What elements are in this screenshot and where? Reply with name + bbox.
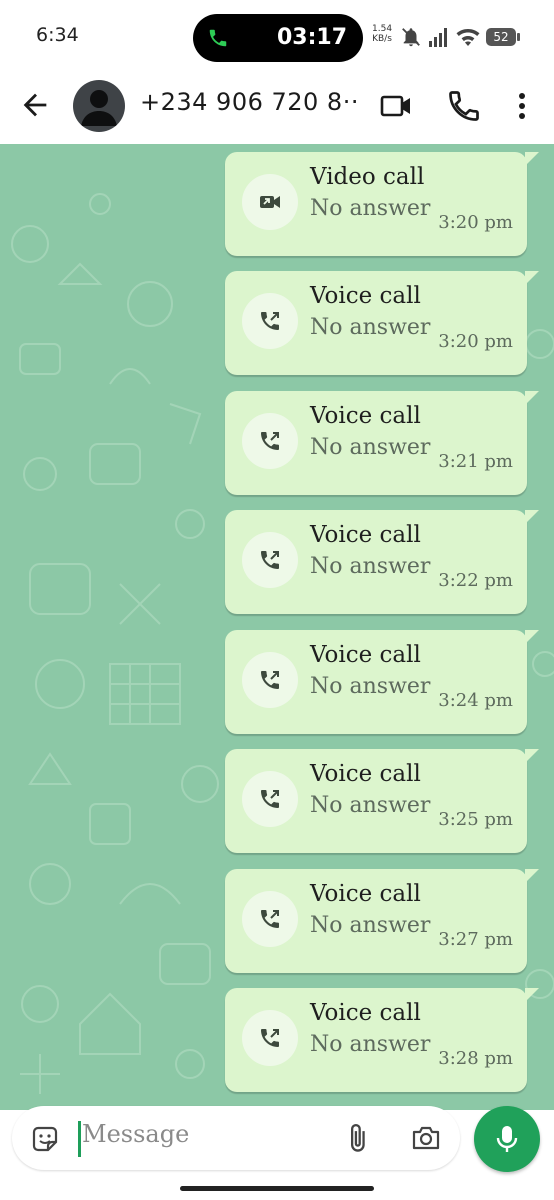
outgoing-voice-call-icon <box>261 312 279 330</box>
outgoing-voice-call-icon <box>261 671 279 689</box>
call-time: 3:21 pm <box>438 451 513 472</box>
battery-icon: 52 <box>486 28 520 46</box>
call-status: No answer <box>310 196 431 221</box>
signal-icon <box>429 28 447 47</box>
chat-area[interactable]: Video call No answer 3:20 pm Voice call … <box>0 144 554 1110</box>
bubble-tail <box>525 869 539 883</box>
call-log-bubble[interactable]: Voice call No answer 3:28 pm <box>225 988 539 1092</box>
call-type: Voice call <box>310 283 421 309</box>
call-type: Video call <box>310 164 425 190</box>
call-type: Voice call <box>310 1000 421 1026</box>
text-cursor <box>78 1121 81 1157</box>
call-icon-circle <box>242 1010 298 1066</box>
call-status: No answer <box>310 913 431 938</box>
bubble-tail <box>525 988 539 1002</box>
navigation-bar <box>0 1180 554 1200</box>
call-type: Voice call <box>310 881 421 907</box>
outgoing-voice-call-icon <box>261 910 279 928</box>
outgoing-voice-call-icon <box>261 551 279 569</box>
call-log-bubble[interactable]: Voice call No answer 3:21 pm <box>225 391 539 495</box>
call-icon-circle <box>242 532 298 588</box>
call-icon-circle <box>242 771 298 827</box>
call-type: Voice call <box>310 403 421 429</box>
bubble-tail <box>525 152 539 166</box>
call-log-bubble[interactable]: Voice call No answer 3:22 pm <box>225 510 539 614</box>
avatar[interactable] <box>73 80 125 132</box>
call-time: 3:25 pm <box>438 809 513 830</box>
status-time: 6:34 <box>36 24 79 46</box>
missed-video-call-icon <box>260 196 280 208</box>
more-options-icon[interactable] <box>504 88 540 124</box>
status-icons: 52 <box>400 26 520 48</box>
call-type: Voice call <box>310 761 421 787</box>
contact-name[interactable]: +234 906 720 8··· <box>140 88 360 116</box>
outgoing-voice-call-icon <box>261 790 279 808</box>
call-icon-circle <box>242 652 298 708</box>
call-status: No answer <box>310 315 431 340</box>
call-log-bubble[interactable]: Video call No answer 3:20 pm <box>225 152 539 256</box>
bubble-tail <box>525 510 539 524</box>
call-icon-circle <box>242 891 298 947</box>
call-log-bubble[interactable]: Voice call No answer 3:20 pm <box>225 271 539 375</box>
call-status: No answer <box>310 674 431 699</box>
mute-icon <box>402 28 420 47</box>
network-speed: 1.54 KB/s <box>372 24 392 44</box>
call-time: 3:27 pm <box>438 929 513 950</box>
gesture-handle[interactable] <box>180 1186 374 1191</box>
call-icon-circle <box>242 174 298 230</box>
wifi-icon <box>456 29 480 46</box>
call-duration: 03:17 <box>276 25 347 50</box>
bubble-tail <box>525 749 539 763</box>
message-input-box[interactable]: Message <box>12 1106 460 1170</box>
default-avatar-icon <box>81 90 117 126</box>
network-speed-unit: KB/s <box>372 34 392 44</box>
call-type: Voice call <box>310 642 421 668</box>
bubble-tail <box>525 391 539 405</box>
attach-icon[interactable] <box>344 1122 374 1154</box>
call-status: No answer <box>310 435 431 460</box>
call-icon-circle <box>242 293 298 349</box>
status-bar: 6:34 03:17 1.54 KB/s 52 <box>0 0 554 72</box>
camera-icon[interactable] <box>410 1123 442 1153</box>
call-time: 3:22 pm <box>438 570 513 591</box>
video-call-icon[interactable] <box>378 88 414 124</box>
call-type: Voice call <box>310 522 421 548</box>
network-speed-value: 1.54 <box>372 24 393 34</box>
mic-button[interactable] <box>474 1106 540 1172</box>
chat-header: +234 906 720 8··· <box>0 72 554 144</box>
back-arrow-icon[interactable] <box>18 88 52 122</box>
outgoing-voice-call-icon <box>261 1029 279 1047</box>
call-icon-circle <box>242 413 298 469</box>
call-status: No answer <box>310 793 431 818</box>
phone-icon <box>209 29 227 47</box>
ongoing-call-pill[interactable]: 03:17 <box>193 14 363 62</box>
outgoing-voice-call-icon <box>261 432 279 450</box>
call-time: 3:28 pm <box>438 1048 513 1069</box>
call-status: No answer <box>310 1032 431 1057</box>
call-time: 3:24 pm <box>438 690 513 711</box>
mic-icon <box>496 1126 518 1152</box>
call-time: 3:20 pm <box>438 212 513 233</box>
bubble-tail <box>525 271 539 285</box>
bubble-tail <box>525 630 539 644</box>
call-log-bubble[interactable]: Voice call No answer 3:25 pm <box>225 749 539 853</box>
message-placeholder: Message <box>82 1120 190 1148</box>
call-time: 3:20 pm <box>438 331 513 352</box>
call-status: No answer <box>310 554 431 579</box>
call-log-bubble[interactable]: Voice call No answer 3:24 pm <box>225 630 539 734</box>
sticker-icon[interactable] <box>30 1124 60 1154</box>
call-log-bubble[interactable]: Voice call No answer 3:27 pm <box>225 869 539 973</box>
voice-call-icon[interactable] <box>446 88 482 124</box>
